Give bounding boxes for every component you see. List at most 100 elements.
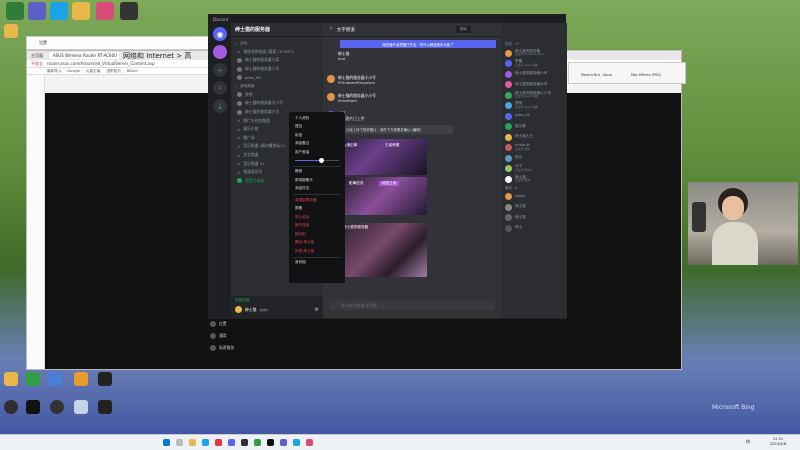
wechat-icon[interactable] [254, 439, 261, 446]
channel-category[interactable]: ⌄ 游戏频道 [231, 82, 323, 91]
qq-icon[interactable] [50, 2, 68, 20]
clock[interactable]: 12:31 2024/4/8 [770, 437, 786, 447]
member-item[interactable]: 绅士猫的服务器小号 [501, 69, 567, 80]
tz2-app-icon[interactable] [98, 400, 112, 414]
context-menu-item[interactable]: 身份组 [291, 259, 343, 268]
right-tab-1[interactable]: Mantra Bra - Kaua [581, 73, 612, 77]
member-item[interactable]: 叶子 正在玩 原神 2 [501, 164, 567, 175]
search-icon[interactable] [176, 439, 183, 446]
blue-folder-icon[interactable] [48, 372, 62, 386]
member-item[interactable]: 绅士猫 [501, 213, 567, 224]
server-icon[interactable] [213, 45, 227, 59]
cat-icon[interactable] [120, 2, 138, 20]
bookmark-item[interactable]: 最新导入 [47, 69, 61, 74]
search-input[interactable]: 搜索 [455, 26, 471, 33]
list-item[interactable]: 通用 [210, 330, 280, 342]
context-menu-item[interactable]: 用户音量 [291, 148, 343, 157]
tz-app-icon[interactable] [98, 372, 112, 386]
context-menu-item[interactable]: 添加好友 [291, 185, 343, 194]
avatar[interactable] [235, 306, 242, 313]
orange-folder-icon[interactable] [74, 372, 88, 386]
chrome-icon[interactable] [215, 439, 222, 446]
context-menu-item[interactable]: 断开连接 [291, 222, 343, 231]
green-app-icon[interactable] [26, 372, 40, 386]
context-menu-item[interactable]: 邀请至服务器 [291, 196, 343, 205]
teams-icon[interactable] [28, 2, 46, 20]
member-item[interactable]: 绅士猫的服务器小小号 正在玩 Apex 英雄 [501, 90, 567, 101]
yellow-folder-icon[interactable] [4, 372, 18, 386]
download-icon[interactable]: ↓ [213, 99, 227, 113]
member-item[interactable]: 绅士猫 正在玩 原神 [501, 174, 567, 185]
member-item[interactable]: 绅士 [501, 223, 567, 234]
teams-taskbar-icon[interactable] [280, 439, 287, 446]
add-server-icon[interactable]: + [213, 63, 227, 77]
image-attachment[interactable]: 影舞逆流 秘密之地 [339, 177, 427, 215]
list-item[interactable]: 私密服务 [210, 342, 280, 354]
browser-tab[interactable]: ASUS Wireless Router RT-AC66U [49, 52, 119, 59]
context-menu-item[interactable]: 禁止说话 [291, 213, 343, 222]
member-item[interactable]: 绅士猫的服务器大号 [501, 80, 567, 91]
message-input[interactable]: 给 #文字频道 发消息 [329, 300, 495, 310]
colorful-app-icon[interactable] [96, 2, 114, 20]
bookmark-item[interactable]: 火影忍者 [86, 69, 100, 74]
bookmark-item[interactable]: Google [67, 69, 80, 73]
member-item[interactable]: 梦晨 正在玩 Apex 英雄 [501, 59, 567, 70]
arrow-app-icon[interactable] [50, 400, 64, 414]
context-menu-item[interactable]: 踢出 绅士猫 [291, 239, 343, 248]
volume-slider[interactable] [295, 157, 339, 165]
slider-knob[interactable] [318, 158, 324, 163]
channel-item[interactable]: # 系统消息频道 (需要 (TICKET) [231, 48, 323, 57]
context-menu-item[interactable]: 静音 [291, 168, 343, 177]
channel-item[interactable]: 绅士猫的服务器小菜 [231, 56, 323, 65]
context-menu-item[interactable]: 个人资料 [291, 114, 343, 123]
explorer-icon[interactable] [189, 439, 196, 446]
channel-item[interactable]: pdos_95 [231, 73, 323, 82]
channel-item[interactable]: 绅士猫的服务器大小号 [231, 99, 323, 108]
terminal-icon[interactable] [267, 439, 274, 446]
folder-icon[interactable] [72, 2, 90, 20]
edge-icon[interactable] [202, 439, 209, 446]
member-item[interactable]: 夜空 [501, 153, 567, 164]
bookmark-item[interactable]: 进阶知识 [106, 69, 120, 74]
notice-banner[interactable]: 服务器升级提醒已开启：您可以解锁更多功能了 [340, 40, 496, 48]
gear-icon[interactable]: ⚙ [315, 307, 319, 313]
context-menu-item[interactable]: 提及 [291, 123, 343, 132]
bookmark-item[interactable]: Bilibili [127, 69, 138, 73]
avatar[interactable] [327, 93, 335, 101]
explore-icon[interactable]: ⌕ [213, 81, 227, 95]
member-item[interactable]: 绅士猫 [501, 202, 567, 213]
avatar[interactable] [327, 75, 335, 83]
start-icon[interactable] [163, 439, 170, 446]
context-menu-item[interactable]: 移动到 [291, 230, 343, 239]
member-item[interactable]: 绅士猫大王 [501, 132, 567, 143]
context-menu-item[interactable]: 屏蔽 [291, 205, 343, 214]
member-item[interactable]: mutantt 正在玩 原神 [501, 143, 567, 154]
member-item[interactable]: Alpha [501, 192, 567, 203]
app-taskbar-icon[interactable] [306, 439, 313, 446]
context-menu-item[interactable]: 封禁 绅士猫 [291, 247, 343, 256]
channel-item[interactable]: 绅士猫的服务器小号 [231, 65, 323, 74]
channel-category[interactable]: ⌄ 活动 [231, 39, 323, 48]
qq-taskbar-icon[interactable] [293, 439, 300, 446]
member-item[interactable]: 罗顿 正在玩 Apex 英雄 [501, 101, 567, 112]
context-menu-item[interactable]: 私信 [291, 131, 343, 140]
obs-icon[interactable] [4, 400, 18, 414]
ime-indicator[interactable]: 拼 [746, 439, 750, 445]
capcut-icon[interactable] [26, 400, 40, 414]
channel-item[interactable]: 罗顿 [231, 91, 323, 100]
discord-home-icon[interactable]: ◉ [213, 27, 227, 41]
image-attachment[interactable]: 绅士猫的服务器 [339, 223, 427, 277]
discord-icon[interactable] [228, 439, 235, 446]
mascot-app-icon[interactable] [74, 400, 88, 414]
list-item[interactable]: 位置 [210, 318, 280, 330]
right-tab-2[interactable]: Mac Effects (PSD) [631, 73, 661, 77]
server-name[interactable]: 绅士猫的服务器 [231, 23, 323, 37]
member-item[interactable]: 绅士猫的服务器 正在玩 Celebrity Pool [501, 48, 567, 59]
member-item[interactable]: pdos_95 [501, 111, 567, 122]
image-attachment[interactable]: 九鬼旧事 王者荣耀 [339, 139, 427, 175]
recycle-folder-icon[interactable] [4, 24, 18, 38]
p-app-icon[interactable] [6, 2, 24, 20]
context-menu-item[interactable]: 添加备注 [291, 140, 343, 149]
obs-taskbar-icon[interactable] [241, 439, 248, 446]
context-menu-item[interactable]: 禁用摄像头 [291, 176, 343, 185]
